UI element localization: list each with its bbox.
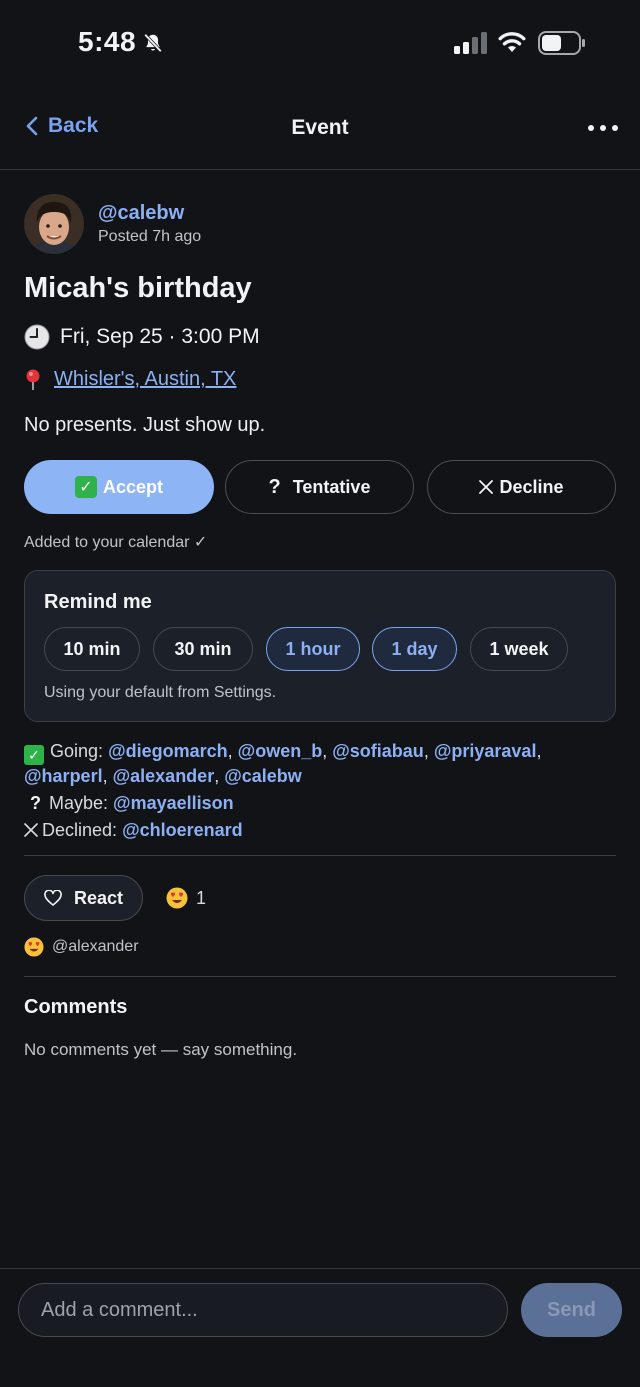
more-options-button[interactable] xyxy=(588,118,618,138)
posted-time: Posted 7h ago xyxy=(98,228,202,245)
decline-button[interactable]: Decline xyxy=(427,460,616,514)
heart-eyes-emoji-icon xyxy=(166,887,188,909)
status-time: 5:48 xyxy=(78,26,137,57)
comment-input[interactable] xyxy=(18,1283,508,1337)
attendee-list: ✓ Going: @diegomarch, @owen_b, @sofiabau,… xyxy=(24,740,616,841)
maybe-label: Maybe: xyxy=(49,793,109,813)
accept-label: Accept xyxy=(102,476,164,497)
declined-row: Declined: @chloerenard xyxy=(24,819,616,841)
reactor-row: @alexander xyxy=(24,937,139,957)
going-row: ✓ Going: @diegomarch, @owen_b, @sofiabau,… xyxy=(24,741,542,786)
remind-option-1-week[interactable]: 1 week xyxy=(470,627,568,671)
question-icon: ? xyxy=(30,793,41,813)
event-location-link[interactable]: Whisler's, Austin, TX xyxy=(24,368,236,391)
remind-option-10-min[interactable]: 10 min xyxy=(44,627,140,671)
reaction-summary[interactable]: 1 xyxy=(166,887,206,909)
attendee-link[interactable]: @owen_b xyxy=(238,741,323,761)
pin-icon xyxy=(26,369,40,390)
attendee-link[interactable]: @diegomarch xyxy=(108,741,228,761)
divider xyxy=(24,855,616,856)
attendee-link[interactable]: @priyaraval xyxy=(434,741,537,761)
divider xyxy=(24,976,616,977)
comment-composer: Send xyxy=(0,1268,640,1387)
attendee-link[interactable]: @chloerenard xyxy=(122,820,243,840)
tentative-label: Tentative xyxy=(292,476,371,497)
event-datetime-text: Fri, Sep 25 · 3:00 PM xyxy=(60,325,260,348)
page-title: Event xyxy=(291,116,349,139)
decline-label: Decline xyxy=(499,476,564,497)
heart-eyes-emoji-icon xyxy=(24,937,44,957)
heart-icon xyxy=(44,890,62,906)
maybe-row: ? Maybe: @mayaellison xyxy=(24,792,616,814)
remind-option-1-hour[interactable]: 1 hour xyxy=(266,627,360,671)
remind-note: Using your default from Settings. xyxy=(44,684,277,701)
question-icon: ? xyxy=(268,475,281,498)
event-title: Micah's birthday xyxy=(24,272,252,304)
wifi-icon xyxy=(498,32,526,52)
dot-icon xyxy=(600,125,606,131)
react-button[interactable]: React xyxy=(24,875,143,921)
attendee-link[interactable]: @harperl xyxy=(24,766,103,786)
close-icon xyxy=(24,823,38,837)
remind-option-1-day[interactable]: 1 day xyxy=(372,627,457,671)
attendee-link[interactable]: @alexander xyxy=(113,766,215,786)
event-description: No presents. Just show up. xyxy=(24,414,266,436)
remind-option-30-min[interactable]: 30 min xyxy=(153,627,253,671)
remind-title: Remind me xyxy=(44,591,152,613)
attendee-link[interactable]: @mayaellison xyxy=(113,793,234,813)
calendar-status: Added to your calendar ✓ xyxy=(24,534,208,551)
attendee-link[interactable]: @calebw xyxy=(224,766,302,786)
going-label: Going: xyxy=(50,741,104,761)
reactor-username: @alexander xyxy=(52,938,139,955)
dot-icon xyxy=(588,125,594,131)
react-label: React xyxy=(73,887,124,908)
remind-card: Remind me 10 min 30 min 1 hour 1 day 1 w… xyxy=(24,570,616,722)
clock-icon xyxy=(24,324,50,350)
attendee-link[interactable]: @sofiabau xyxy=(332,741,424,761)
send-button[interactable]: Send xyxy=(521,1283,622,1337)
close-icon xyxy=(479,480,494,494)
accept-button[interactable]: ✓ Accept xyxy=(24,460,214,514)
avatar[interactable] xyxy=(24,194,84,254)
check-icon: ✓ xyxy=(74,476,97,498)
comments-heading: Comments xyxy=(24,996,128,1018)
bell-slash-icon xyxy=(144,33,162,53)
dot-icon xyxy=(612,125,618,131)
battery-icon xyxy=(538,31,585,55)
reaction-count: 1 xyxy=(196,887,207,908)
event-location-text: Whisler's, Austin, TX xyxy=(54,368,237,390)
cellular-signal-icon xyxy=(454,32,487,54)
check-icon: ✓ xyxy=(24,745,44,765)
declined-label: Declined: xyxy=(42,820,118,840)
nav-bar: Back Event xyxy=(0,92,640,170)
author-username[interactable]: @calebw xyxy=(98,202,184,225)
status-bar: 5:48 xyxy=(0,0,640,90)
event-datetime: Fri, Sep 25 · 3:00 PM xyxy=(24,324,260,350)
avatar-image xyxy=(24,194,84,254)
tentative-button[interactable]: ? Tentative xyxy=(225,460,414,514)
comments-empty-state: No comments yet — say something. xyxy=(24,1040,298,1059)
